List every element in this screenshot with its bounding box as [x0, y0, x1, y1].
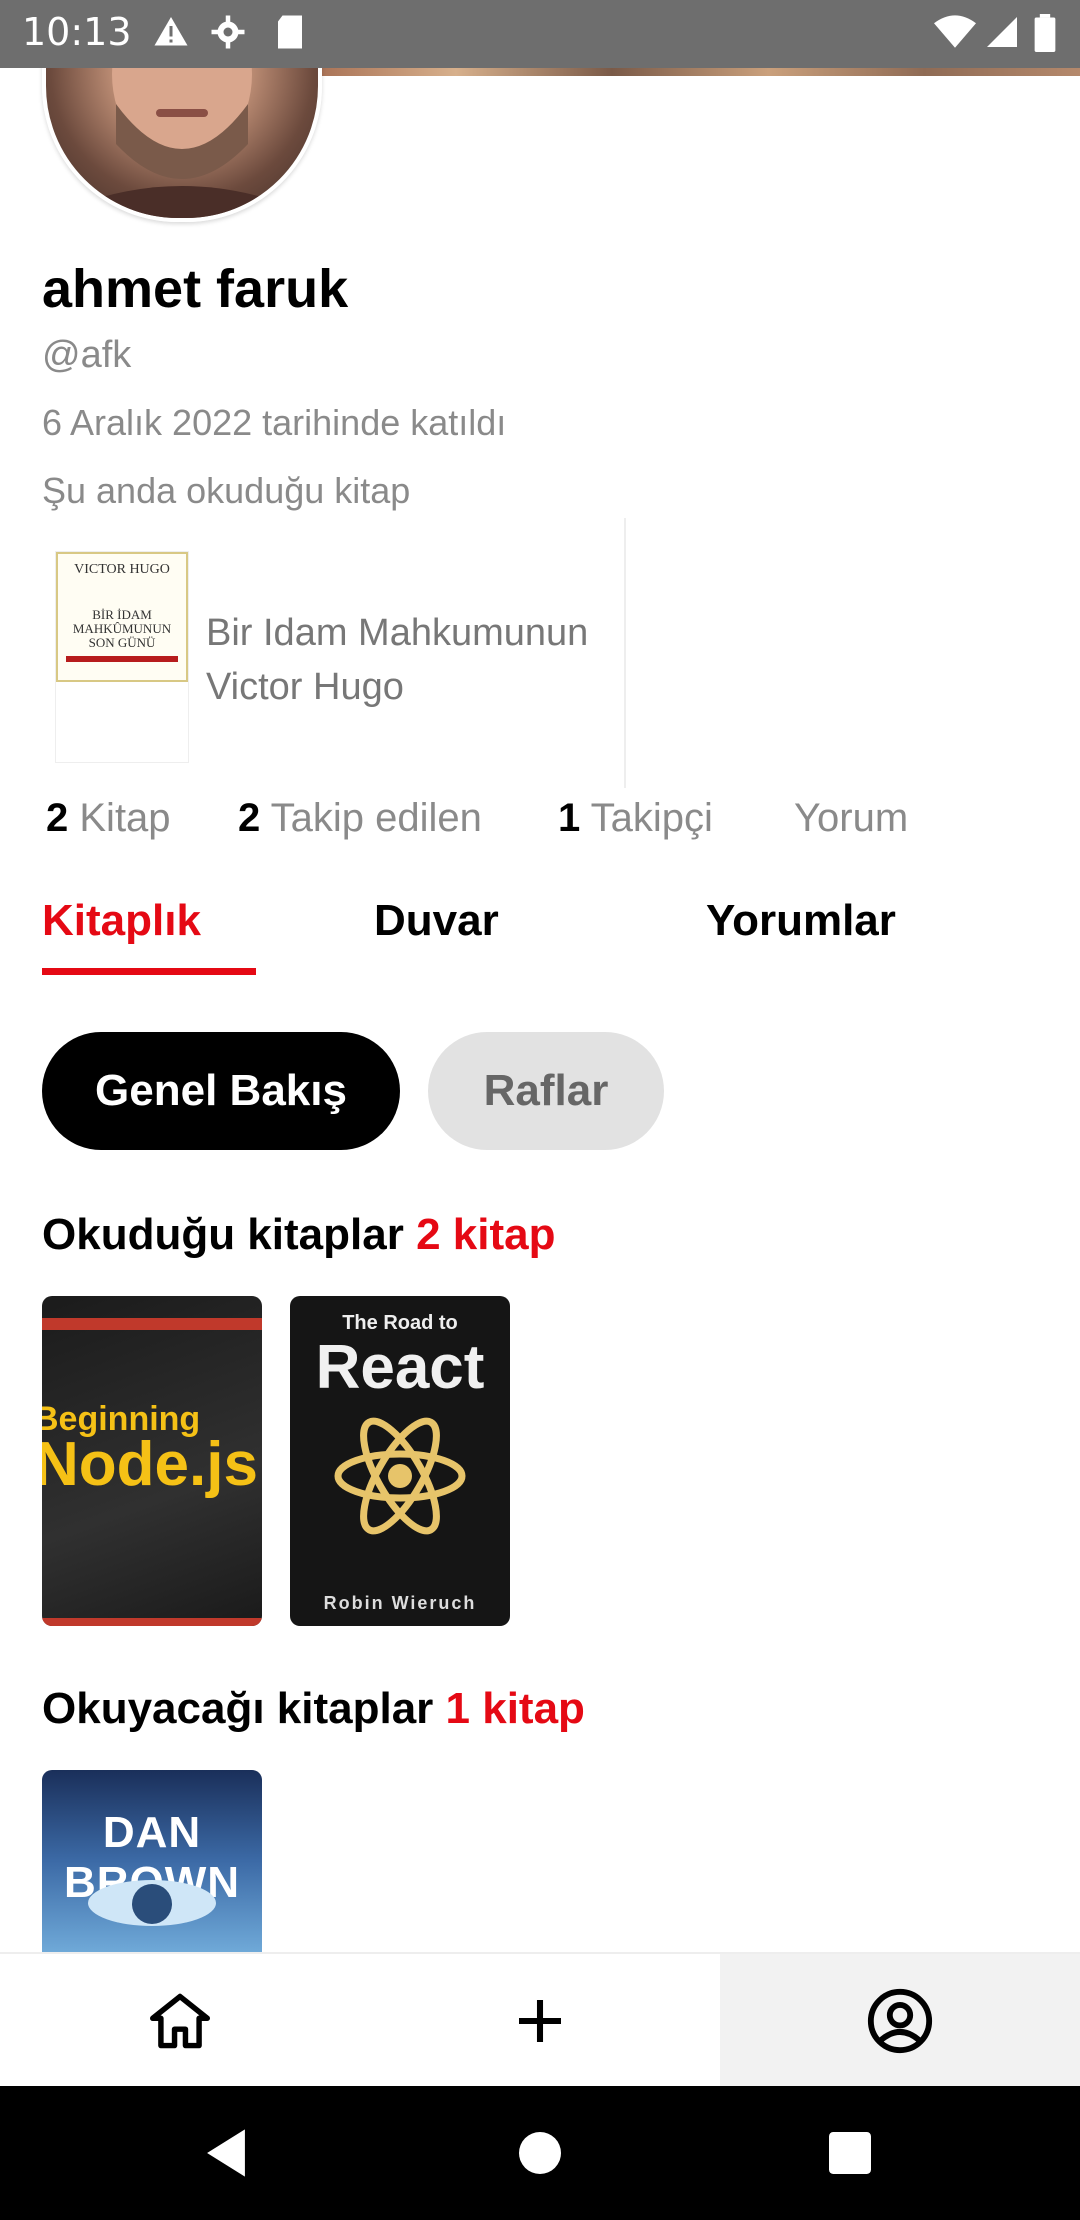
home-icon [150, 1993, 210, 2049]
profile-handle: @afk [42, 334, 132, 376]
signal-icon [987, 17, 1017, 47]
recents-icon [829, 2132, 871, 2174]
warning-icon [154, 17, 188, 46]
current-book-cover[interactable]: VICTOR HUGO BİR İDAM MAHKÛMUNUN SON GÜNÜ [56, 552, 188, 762]
nav-profile[interactable] [720, 1954, 1080, 2088]
nav-home[interactable] [0, 1954, 360, 2088]
currently-reading-label: Şu anda okuduğu kitap [42, 470, 411, 511]
reading-section-title: Okuduğu kitaplar 2 kitap [42, 1210, 556, 1259]
status-bar: 10:13 [0, 0, 1080, 68]
current-book-author: Victor Hugo [206, 666, 404, 708]
home-system-button[interactable] [480, 2086, 600, 2220]
stat-following[interactable]: 2 Takip edilen [238, 796, 482, 841]
home-circle-icon [519, 2132, 561, 2174]
settings-icon [211, 15, 245, 49]
react-logo-icon [334, 1417, 466, 1535]
active-tab-indicator [42, 968, 256, 975]
tab-yorumlar[interactable]: Yorumlar [706, 896, 896, 946]
divider [624, 518, 626, 788]
wifi-icon [934, 15, 976, 48]
join-date: 6 Aralık 2022 tarihinde katıldı [42, 402, 507, 443]
stat-followers[interactable]: 1 Takipçi [558, 796, 713, 841]
status-time: 10:13 [22, 10, 132, 54]
stat-books[interactable]: 2 Kitap [46, 796, 171, 841]
profile-cover-image [300, 68, 1080, 76]
to-read-section-title: Okuyacağı kitaplar 1 kitap [42, 1684, 585, 1733]
nav-add[interactable] [360, 1954, 720, 2088]
tab-duvar[interactable]: Duvar [374, 896, 499, 946]
book-cover-dan-brown[interactable]: DAN BROWN [42, 1770, 262, 1952]
bottom-navigation [0, 1952, 1080, 2088]
current-book-info[interactable]: Bir Idam Mahkumunun Victor Hugo [206, 606, 588, 714]
recents-button[interactable] [790, 2086, 910, 2220]
stat-reviews[interactable]: Yorum [794, 796, 908, 841]
profile-name: ahmet faruk [42, 259, 349, 319]
shelves-button[interactable]: Raflar [428, 1032, 664, 1150]
system-navigation-bar [0, 2086, 1080, 2220]
current-book-cover-author: VICTOR HUGO [74, 562, 170, 577]
overview-button[interactable]: Genel Bakış [42, 1032, 400, 1150]
current-book-title: Bir Idam Mahkumunun [206, 612, 589, 654]
add-icon [519, 2000, 561, 2042]
current-book-cover-title: BİR İDAM MAHKÛMUNUN SON GÜNÜ [72, 607, 172, 650]
to-read-count: 1 kitap [445, 1684, 585, 1733]
back-button[interactable] [166, 2086, 286, 2220]
battery-icon [1034, 14, 1056, 52]
back-icon [207, 2129, 245, 2177]
tab-kitaplik[interactable]: Kitaplık [42, 896, 201, 946]
reading-count: 2 kitap [416, 1210, 556, 1259]
book-cover-react[interactable]: The Road to React Robin Wieruch [290, 1296, 510, 1626]
sd-card-icon [278, 15, 302, 49]
profile-icon [867, 1988, 933, 2054]
book-cover-nodejs[interactable]: Beginning Node.js [42, 1296, 262, 1626]
